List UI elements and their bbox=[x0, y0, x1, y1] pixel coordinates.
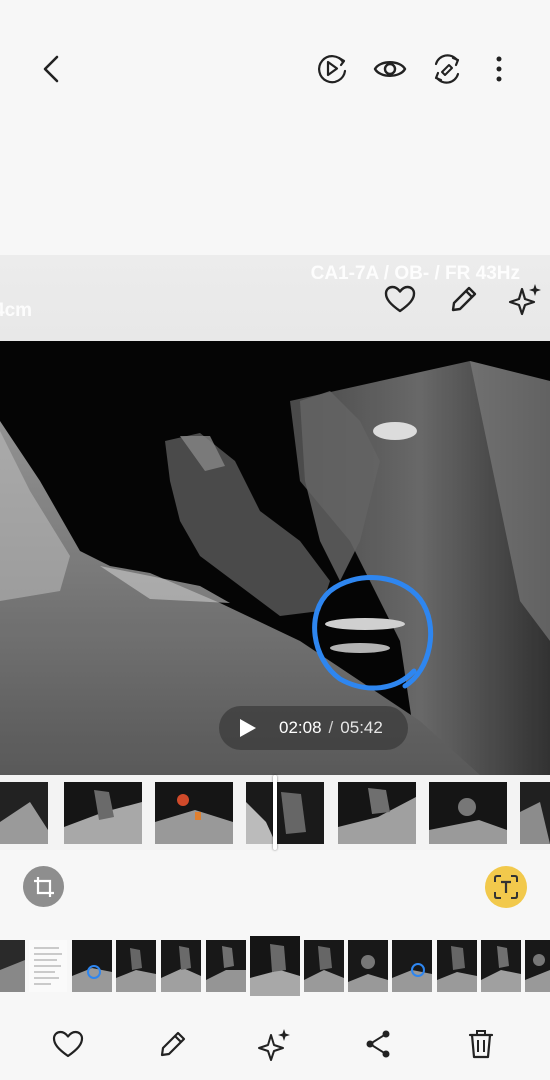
remaster-button[interactable] bbox=[428, 50, 466, 88]
pencil-icon bbox=[160, 1031, 186, 1057]
gallery-thumbnail[interactable] bbox=[304, 940, 344, 992]
sparkle-icon bbox=[258, 1029, 290, 1061]
top-app-bar bbox=[0, 0, 550, 140]
gallery-thumbnail[interactable] bbox=[72, 940, 112, 992]
gallery-thumbnail[interactable] bbox=[0, 940, 25, 992]
scrubber-frame bbox=[64, 782, 142, 844]
back-arrow-icon bbox=[43, 55, 59, 83]
ai-edit-overlay-button[interactable] bbox=[506, 280, 546, 318]
gallery-thumbnail[interactable] bbox=[392, 940, 432, 992]
current-time: 02:08 bbox=[279, 718, 322, 737]
total-duration: 05:42 bbox=[340, 718, 383, 737]
text-extract-icon bbox=[494, 875, 518, 899]
back-button[interactable] bbox=[36, 50, 72, 88]
gallery-thumbnail[interactable] bbox=[206, 940, 246, 992]
eye-icon bbox=[373, 61, 407, 77]
crop-icon bbox=[33, 876, 54, 897]
gallery-thumbnail[interactable] bbox=[29, 940, 67, 992]
playhead-handle[interactable] bbox=[273, 775, 277, 850]
depth-label: 4cm bbox=[0, 300, 33, 321]
delete-button[interactable] bbox=[461, 1024, 501, 1064]
gallery-thumbnail[interactable] bbox=[116, 940, 156, 992]
play-icon bbox=[240, 719, 256, 737]
motion-photo-button[interactable] bbox=[313, 50, 351, 88]
favorite-overlay-button[interactable] bbox=[380, 280, 420, 318]
view-toggle-button[interactable] bbox=[371, 50, 409, 88]
video-scrubber[interactable] bbox=[0, 775, 550, 850]
gallery-filmstrip[interactable] bbox=[0, 936, 550, 1000]
heart-icon bbox=[384, 285, 416, 313]
crop-button[interactable] bbox=[23, 866, 64, 907]
gallery-thumbnail[interactable] bbox=[161, 940, 201, 992]
scrubber-frame bbox=[0, 782, 48, 844]
share-icon bbox=[366, 1030, 390, 1058]
trash-icon bbox=[468, 1030, 494, 1059]
pencil-icon bbox=[451, 286, 477, 312]
remaster-icon bbox=[434, 54, 460, 84]
scrubber-frame bbox=[520, 782, 550, 844]
scrubber-frame bbox=[246, 782, 324, 844]
gallery-thumbnail[interactable] bbox=[437, 940, 477, 992]
gallery-thumbnail-current[interactable] bbox=[250, 936, 300, 996]
gallery-thumbnail[interactable] bbox=[525, 940, 550, 992]
gallery-thumbnail[interactable] bbox=[348, 940, 388, 992]
gallery-thumbnail[interactable] bbox=[481, 940, 521, 992]
more-options-button[interactable] bbox=[486, 50, 512, 88]
edit-button[interactable] bbox=[152, 1024, 192, 1064]
scrubber-frame bbox=[429, 782, 507, 844]
share-button[interactable] bbox=[358, 1024, 398, 1064]
ai-edit-button[interactable] bbox=[255, 1024, 295, 1064]
scrubber-frame bbox=[338, 782, 416, 844]
playback-controls: 02:08 / 05:42 bbox=[219, 706, 408, 750]
more-vertical-icon bbox=[496, 56, 502, 82]
play-button[interactable] bbox=[237, 706, 277, 750]
extract-text-button[interactable] bbox=[485, 866, 527, 908]
bottom-action-bar bbox=[0, 1010, 550, 1080]
time-separator: / bbox=[328, 718, 334, 737]
motion-play-icon bbox=[318, 55, 347, 84]
favorite-button[interactable] bbox=[48, 1024, 88, 1064]
heart-icon bbox=[52, 1030, 84, 1058]
scrubber-frame bbox=[155, 782, 233, 844]
edit-overlay-button[interactable] bbox=[443, 280, 483, 318]
sparkle-icon bbox=[508, 284, 541, 316]
